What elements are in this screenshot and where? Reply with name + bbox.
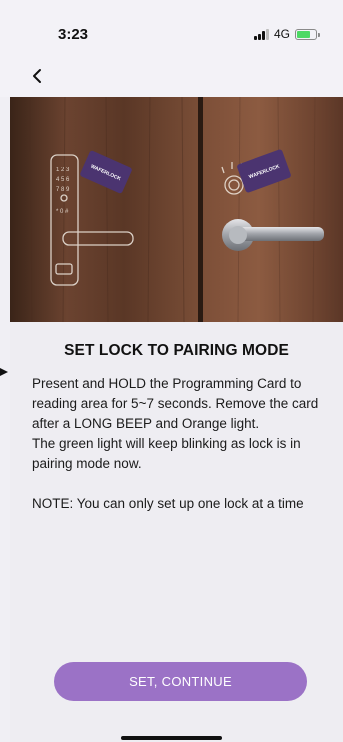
battery-charging-icon	[295, 28, 321, 40]
instruction-note: NOTE: You can only set up one lock at a …	[32, 496, 304, 511]
status-bar: 3:23 4G	[0, 0, 343, 60]
page-title: SET LOCK TO PAIRING MODE	[64, 342, 289, 359]
svg-text:4 5 6: 4 5 6	[56, 177, 70, 183]
instruction-paragraph-1: Present and HOLD the Programming Card to…	[32, 376, 319, 431]
screen: 3:23 4G 1 2 3 4 5 6 7 8 9 * 0 # WAFERLOC…	[0, 0, 343, 742]
instruction-paragraph-2: The green light will keep blinking as lo…	[32, 436, 301, 471]
network-label: 4G	[274, 27, 291, 41]
chevron-left-icon	[33, 69, 41, 83]
svg-text:* 0 #: * 0 #	[56, 209, 69, 215]
set-continue-button[interactable]: SET, CONTINUE	[54, 662, 307, 701]
instructions-text: Present and HOLD the Programming Card to…	[32, 374, 332, 514]
signal-icon	[254, 28, 269, 40]
status-time: 3:23	[58, 26, 89, 43]
arrow-marker-icon	[0, 368, 8, 376]
back-button[interactable]	[30, 64, 50, 88]
status-indicators: 4G	[254, 27, 321, 41]
instructions-panel: SET LOCK TO PAIRING MODE Present and HOL…	[10, 322, 343, 742]
home-indicator	[121, 736, 222, 740]
svg-text:1 2 3: 1 2 3	[56, 167, 70, 173]
pairing-illustration: 1 2 3 4 5 6 7 8 9 * 0 # WAFERLOCK WAFERL…	[10, 97, 343, 322]
svg-text:7 8 9: 7 8 9	[56, 187, 70, 193]
header-area: 3:23 4G	[0, 0, 343, 97]
